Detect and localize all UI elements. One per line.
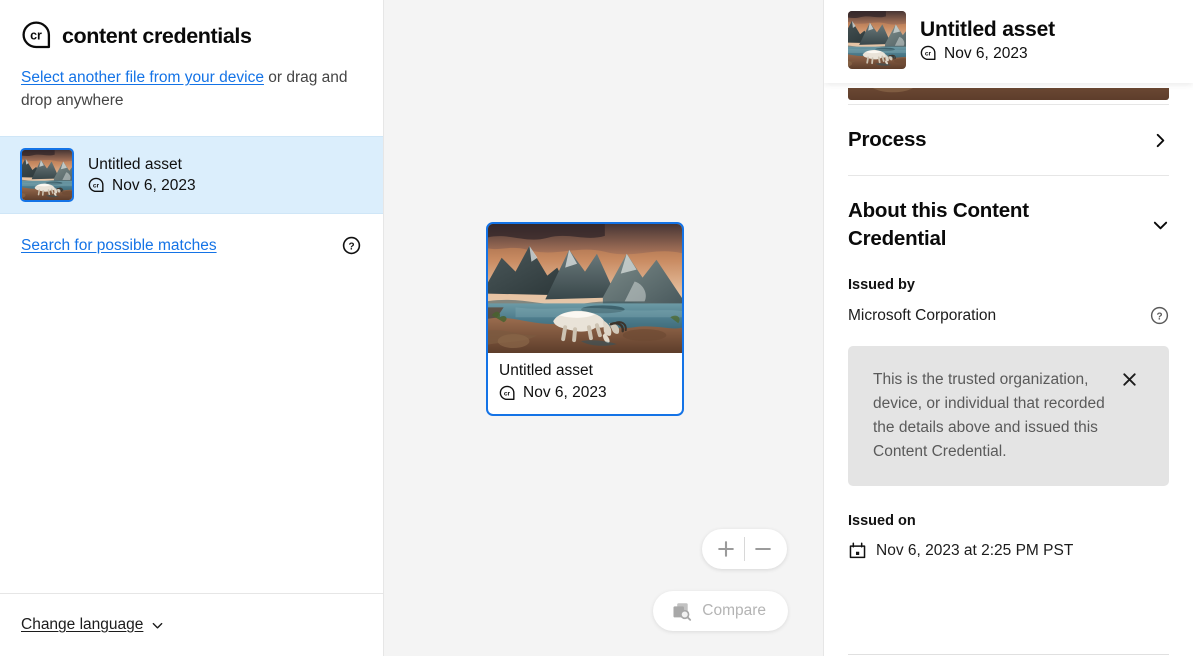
sidebar-spacer [0, 255, 383, 593]
dropzone-text: Select another file from your device or … [0, 52, 383, 112]
issued-on-row: Nov 6, 2023 at 2:25 PM PST [824, 529, 1193, 560]
asset-card-body: Untitled asset cr Nov 6, 2023 [488, 353, 682, 414]
issued-by-row: Microsoft Corporation ? [824, 293, 1193, 325]
compare-button[interactable]: Compare [653, 591, 788, 631]
search-matches-row: Search for possible matches ? [0, 214, 383, 255]
content-credentials-app: cr content credentials Select another fi… [0, 0, 1193, 656]
asset-meta: Untitled asset cr Nov 6, 2023 [88, 156, 196, 195]
change-language-link[interactable]: Change language [21, 616, 143, 634]
detail-hero-image [848, 88, 1169, 100]
detail-header-date: Nov 6, 2023 [944, 45, 1028, 63]
detail-hero-image-art [848, 88, 1169, 100]
issued-by-label: Issued by [824, 274, 1193, 293]
search-matches-link[interactable]: Search for possible matches [21, 237, 217, 255]
asset-date: Nov 6, 2023 [112, 177, 196, 195]
svg-text:?: ? [348, 242, 354, 253]
section-process[interactable]: Process [824, 105, 1193, 175]
issued-by-tooltip-text: This is the trusted organization, device… [873, 368, 1111, 464]
chevron-right-icon [1152, 132, 1169, 149]
brand-name: content credentials [62, 24, 252, 49]
asset-card-image [488, 224, 682, 353]
issued-on-value: Nov 6, 2023 at 2:25 PM PST [876, 542, 1073, 560]
list-item[interactable]: Untitled asset cr Nov 6, 2023 [0, 136, 383, 214]
svg-text:?: ? [1156, 311, 1162, 322]
left-sidebar: cr content credentials Select another fi… [0, 0, 384, 656]
cr-logo-icon: cr [21, 20, 53, 52]
asset-card-date-row: cr Nov 6, 2023 [499, 384, 671, 402]
section-process-title: Process [848, 126, 926, 154]
asset-card-date: Nov 6, 2023 [523, 384, 607, 402]
minus-icon [753, 539, 773, 559]
asset-canvas[interactable]: Untitled asset cr Nov 6, 2023 [384, 0, 824, 656]
sidebar-footer: Change language [0, 593, 383, 656]
close-icon[interactable] [1121, 371, 1138, 388]
zoom-in-button[interactable] [708, 530, 744, 568]
svg-text:cr: cr [30, 29, 42, 43]
svg-text:cr: cr [925, 51, 932, 58]
help-circle-icon[interactable]: ? [1150, 306, 1169, 325]
chevron-down-icon [1152, 217, 1169, 234]
section-about-title: About this Content Credential [848, 197, 1078, 253]
app-brand: cr content credentials [0, 0, 383, 52]
plus-icon [716, 539, 736, 559]
divider [848, 654, 1169, 655]
asset-card-title: Untitled asset [499, 362, 671, 380]
compare-button-label: Compare [702, 602, 766, 620]
compare-icon [671, 601, 692, 622]
page-title: Untitled asset [920, 18, 1055, 42]
detail-header-date-row: cr Nov 6, 2023 [920, 45, 1055, 63]
details-panel-body: Process About this Content Credential Is… [824, 104, 1193, 560]
zoom-out-button[interactable] [745, 530, 781, 568]
cr-badge-icon: cr [920, 45, 937, 62]
asset-date-row: cr Nov 6, 2023 [88, 177, 196, 195]
issued-by-tooltip: This is the trusted organization, device… [848, 346, 1169, 486]
details-panel-scroll[interactable]: Untitled asset cr Nov 6, 2023 Process [824, 0, 1193, 656]
section-about-content-credential[interactable]: About this Content Credential [824, 176, 1193, 274]
help-circle-icon[interactable]: ? [342, 236, 361, 255]
cr-badge-icon: cr [88, 177, 105, 194]
details-panel: Untitled asset cr Nov 6, 2023 Process [824, 0, 1193, 656]
cr-badge-icon: cr [499, 385, 516, 402]
detail-header-meta: Untitled asset cr Nov 6, 2023 [920, 18, 1055, 63]
calendar-icon [848, 541, 867, 560]
issued-on-block: Issued on Nov 6, 2023 at 2:25 PM PST [824, 486, 1193, 560]
select-file-link[interactable]: Select another file from your device [21, 69, 264, 86]
asset-list: Untitled asset cr Nov 6, 2023 [0, 136, 383, 214]
issued-by-value: Microsoft Corporation [848, 307, 996, 325]
chevron-down-icon[interactable] [151, 619, 164, 632]
issued-on-label: Issued on [824, 510, 1193, 529]
svg-text:cr: cr [504, 390, 511, 397]
zoom-controls [702, 529, 787, 569]
svg-text:cr: cr [93, 183, 100, 190]
details-panel-header: Untitled asset cr Nov 6, 2023 [824, 0, 1193, 83]
asset-title: Untitled asset [88, 156, 196, 174]
detail-thumbnail [848, 11, 906, 69]
asset-card[interactable]: Untitled asset cr Nov 6, 2023 [486, 222, 684, 416]
asset-thumbnail [20, 148, 74, 202]
